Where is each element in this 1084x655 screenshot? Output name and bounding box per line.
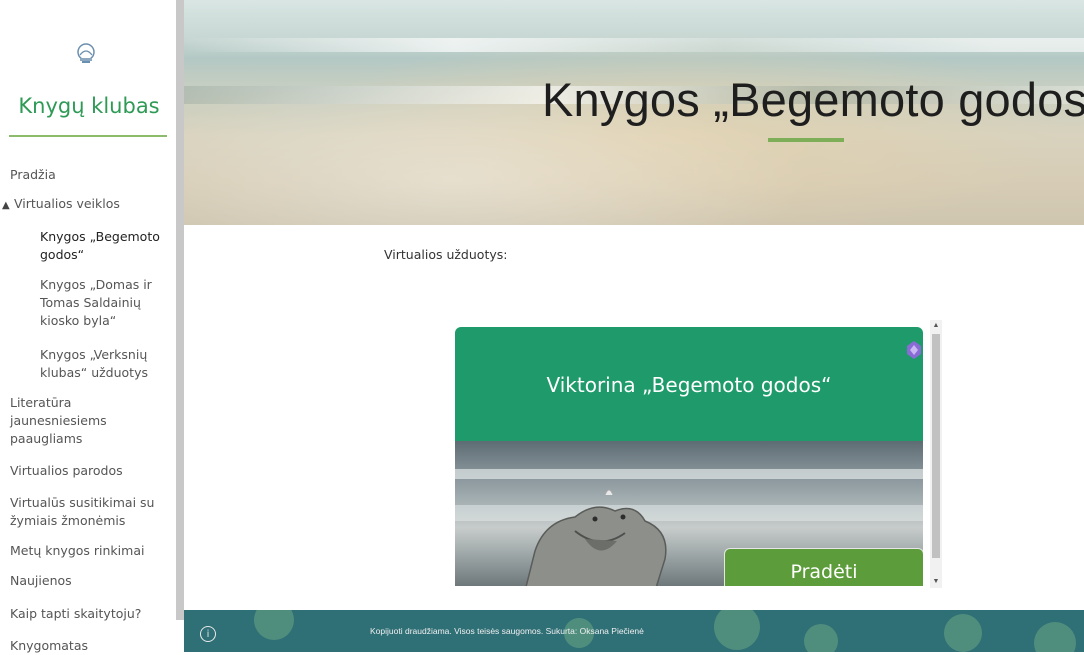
hippo-illustration [525, 489, 667, 586]
nav-item-virtualios-parodos[interactable]: Virtualios parodos [10, 462, 123, 480]
hero-banner: Knygos „Begemoto godos“ [184, 0, 1084, 225]
start-button[interactable]: Pradėti [724, 548, 923, 586]
hero-wave [184, 38, 1084, 52]
title-underline [768, 138, 844, 142]
nav-item-naujienos[interactable]: Naujienos [10, 572, 72, 590]
nav-item-label: Virtualios veiklos [14, 196, 120, 211]
scrollbar-thumb[interactable] [932, 334, 940, 558]
quiz-embed: Viktorina „Begemoto godos“ Pradėti [455, 327, 923, 586]
footer-bokeh [804, 624, 838, 652]
info-icon[interactable]: i [200, 626, 216, 642]
nav-item-kaip-tapti-skaitytoju[interactable]: Kaip tapti skaitytoju? [10, 605, 141, 623]
embed-scrollbar[interactable]: ▲ ▼ [930, 320, 942, 588]
quiz-cover-image: Pradėti [455, 441, 923, 586]
nav-item-virtualus-susitikimai[interactable]: Virtualūs susitikimai su žymiais žmonėmi… [10, 494, 170, 530]
footer-bokeh [254, 610, 294, 640]
footer-copyright: Kopijuoti draudžiama. Visos teisės saugo… [370, 626, 644, 636]
footer: Kopijuoti draudžiama. Visos teisės saugo… [184, 610, 1084, 652]
title-divider [9, 135, 167, 137]
nav-item-virtualios-veiklos[interactable]: ▲ Virtualios veiklos [2, 195, 120, 215]
section-label: Virtualios užduotys: [384, 247, 508, 262]
scroll-up-icon[interactable]: ▲ [930, 320, 942, 332]
site-logo-icon[interactable] [74, 41, 98, 65]
sidebar: Knygų klubas Pradžia ▲ Virtualios veiklos… [0, 0, 176, 655]
page-title: Knygos „Begemoto godos“ [542, 73, 1084, 126]
nav-item-metu-knygos[interactable]: Metų knygos rinkimai [10, 542, 144, 560]
nav-item-domas-ir-tomas[interactable]: Knygos „Domas ir Tomas Saldainių kiosko … [40, 276, 170, 330]
quiz-header: Viktorina „Begemoto godos“ [455, 327, 923, 441]
nav-item-pradzia[interactable]: Pradžia [10, 166, 56, 184]
site-title[interactable]: Knygų klubas [9, 94, 169, 118]
wave [455, 469, 923, 479]
nav-item-begemoto-godos[interactable]: Knygos „Begemoto godos“ [40, 228, 170, 264]
footer-bokeh [944, 614, 982, 652]
nav-item-knygomatas[interactable]: Knygomatas [10, 637, 88, 655]
nav-item-literatura[interactable]: Literatūra jaunesniesiems paaugliams [10, 394, 140, 448]
scroll-down-icon[interactable]: ▼ [930, 576, 942, 588]
footer-bokeh [1034, 622, 1076, 652]
quiz-title: Viktorina „Begemoto godos“ [546, 373, 832, 397]
chevron-up-icon[interactable]: ▲ [2, 197, 14, 215]
app-badge-icon [907, 341, 921, 359]
sidebar-scrollbar[interactable] [176, 0, 184, 620]
footer-bokeh [714, 610, 760, 650]
nav-item-verksniu-klubas[interactable]: Knygos „Verksnių klubas“ užduotys [40, 346, 170, 382]
